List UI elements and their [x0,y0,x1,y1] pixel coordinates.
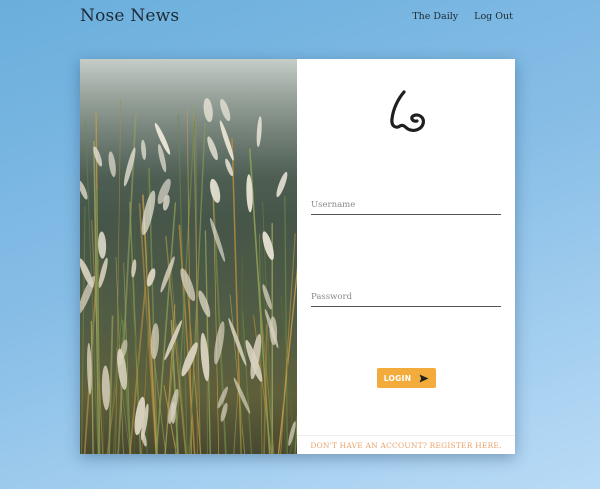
username-field [311,192,501,215]
top-nav: The Daily Log Out [412,11,513,22]
register-link[interactable]: DON'T HAVE AN ACCOUNT? REGISTER HERE. [310,441,501,450]
login-button[interactable]: LOGIN [377,368,436,388]
nose-icon [390,90,425,132]
nav-link-log-out[interactable]: Log Out [474,11,513,22]
login-card: LOGIN DON'T HAVE AN ACCOUNT? REGISTER HE… [80,59,515,454]
send-arrow-icon [419,374,429,382]
password-input[interactable] [311,292,501,307]
brand-title[interactable]: Nose News [80,6,179,26]
username-input[interactable] [311,200,501,215]
password-field [311,284,501,307]
nav-link-the-daily[interactable]: The Daily [412,11,458,22]
login-button-label: LOGIN [383,373,412,383]
grass-field-photo [80,59,297,454]
login-form: LOGIN DON'T HAVE AN ACCOUNT? REGISTER HE… [297,59,515,454]
register-bar: DON'T HAVE AN ACCOUNT? REGISTER HERE. [297,435,515,454]
grass-field-image [80,59,297,454]
